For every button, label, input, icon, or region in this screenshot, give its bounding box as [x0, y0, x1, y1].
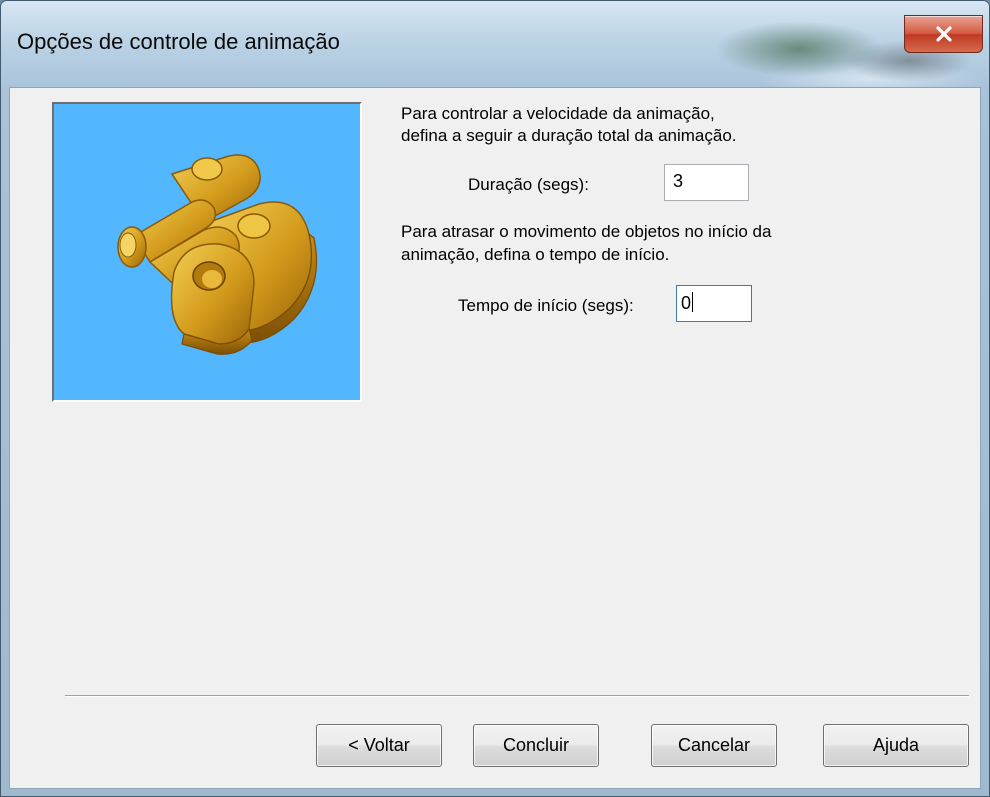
duration-value: 3 — [673, 171, 684, 191]
duration-intro-line2: defina a seguir a duração total da anima… — [401, 126, 737, 145]
title-bar[interactable]: Opções de controle de animação — [1, 1, 989, 89]
finish-button[interactable]: Concluir — [473, 724, 599, 767]
dialog-body: Para controlar a velocidade da animação,… — [9, 87, 981, 789]
animation-options-dialog: Opções de controle de animação Para cont… — [0, 0, 990, 797]
button-separator — [65, 695, 969, 697]
dialog-title: Opções de controle de animação — [17, 29, 340, 54]
text-caret — [692, 292, 694, 312]
cancel-button[interactable]: Cancelar — [651, 724, 777, 767]
start-intro-line2: animação, defina o tempo de início. — [401, 245, 670, 264]
part-preview-image — [52, 102, 362, 402]
back-button[interactable]: < Voltar — [316, 724, 442, 767]
start-intro-line1: Para atrasar o movimento de objetos no i… — [401, 222, 772, 241]
gold-bracket-part-image — [117, 154, 317, 355]
duration-intro-line1: Para controlar a velocidade da animação, — [401, 104, 715, 123]
close-icon — [935, 26, 953, 42]
duration-label: Duração (segs): — [468, 175, 589, 194]
start-time-label: Tempo de início (segs): — [458, 296, 634, 315]
close-button[interactable] — [904, 15, 983, 53]
start-time-input[interactable]: 0 — [676, 285, 752, 322]
help-button[interactable]: Ajuda — [823, 724, 969, 767]
duration-input[interactable]: 3 — [664, 164, 749, 201]
start-time-value: 0 — [681, 293, 692, 313]
